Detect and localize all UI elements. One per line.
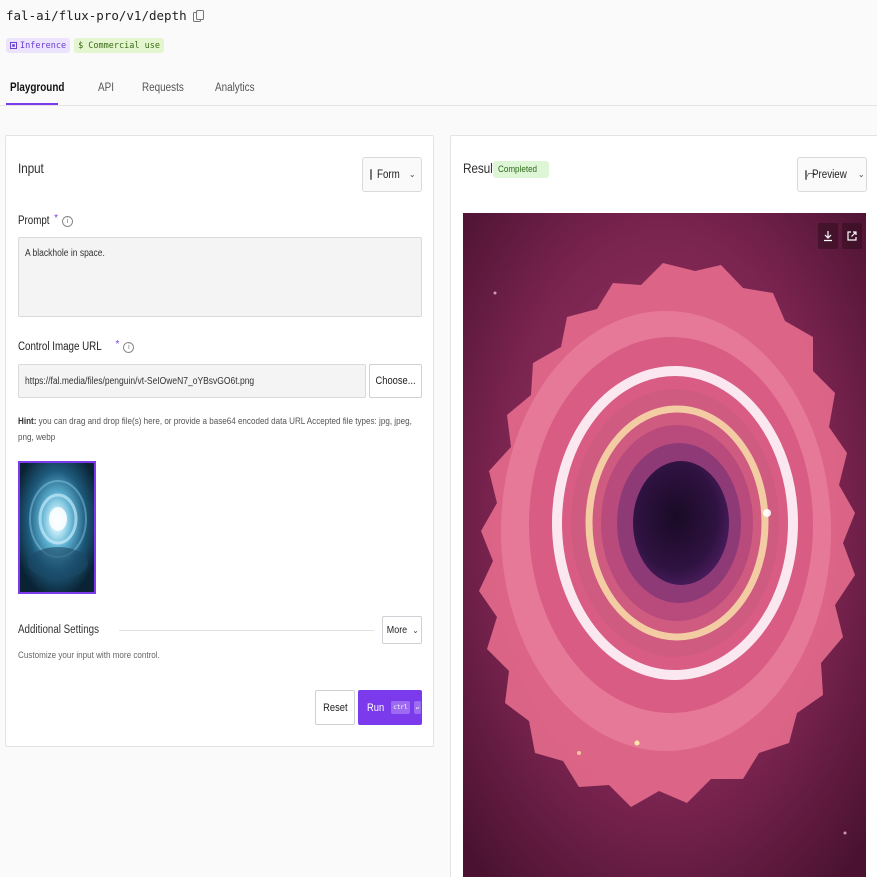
more-settings-button[interactable]: More ⌄ — [382, 616, 422, 644]
prompt-value: A blackhole in space. — [25, 248, 105, 259]
info-icon[interactable]: i — [61, 215, 73, 227]
run-label: Run — [367, 701, 385, 714]
model-id-text: fal-ai/flux-pro/v1/depth — [6, 8, 187, 23]
result-image — [463, 213, 866, 877]
divider — [119, 629, 374, 631]
preview-view-select[interactable]: Preview ⌄ — [797, 157, 867, 192]
control-image-url-input[interactable]: https://fal.media/files/penguin/vt-SeIOw… — [18, 364, 366, 398]
tab-requests[interactable]: Requests — [142, 82, 184, 106]
page-header: fal-ai/flux-pro/v1/depth Inference $ Com… — [0, 0, 877, 106]
choose-file-button[interactable]: Choose... — [369, 364, 422, 398]
shortcut-key: ctrl — [391, 701, 410, 714]
inference-badge: Inference — [6, 38, 71, 53]
control-image-preview — [20, 463, 94, 592]
control-image-label-text: Control Image URL — [18, 341, 102, 353]
tab-analytics[interactable]: Analytics — [215, 82, 255, 106]
additional-settings-row: Additional Settings More ⌄ — [18, 616, 422, 644]
commercial-use-badge: $ Commercial use — [74, 38, 164, 53]
form-icon — [370, 169, 372, 180]
chevron-down-icon: ⌄ — [857, 170, 865, 179]
external-link-icon[interactable] — [842, 223, 862, 249]
inference-badge-label: Inference — [20, 40, 67, 51]
upload-hint: Hint: you can drag and drop file(s) here… — [18, 414, 418, 446]
image-icon — [805, 169, 807, 180]
copy-icon[interactable] — [192, 10, 204, 22]
commercial-use-badge-label: $ Commercial use — [78, 40, 160, 51]
form-view-label: Form — [377, 168, 400, 181]
required-mark: * — [115, 338, 120, 350]
input-panel: Input Form ⌄ Prompt * i A blackhole in s… — [5, 135, 434, 747]
prompt-label-text: Prompt — [18, 215, 50, 227]
prompt-textarea[interactable]: A blackhole in space. — [18, 237, 422, 317]
hint-bold: Hint: — [18, 416, 37, 427]
control-image-label: Control Image URL * i — [18, 338, 135, 353]
status-badge: Completed — [493, 161, 549, 178]
chevron-down-icon: ⌄ — [408, 170, 416, 179]
input-title: Input — [18, 160, 44, 176]
badge-group: Inference $ Commercial use — [6, 38, 164, 53]
active-tab-indicator — [6, 103, 58, 105]
additional-settings-label: Additional Settings — [18, 624, 99, 636]
run-button[interactable]: Run ctrl ↵ — [358, 690, 422, 725]
result-panel: Result Completed Preview ⌄ — [450, 135, 877, 877]
control-image-url-value: https://fal.media/files/penguin/vt-SeIOw… — [25, 375, 255, 387]
reset-button[interactable]: Reset — [315, 690, 355, 725]
more-label: More — [386, 624, 408, 636]
generated-blackhole-image — [463, 213, 866, 877]
prompt-label: Prompt * i — [18, 212, 73, 227]
info-icon[interactable]: i — [123, 341, 135, 353]
tab-api[interactable]: API — [98, 82, 114, 106]
control-image-thumbnail[interactable] — [18, 461, 96, 594]
inference-icon — [10, 42, 17, 49]
preview-view-label: Preview — [812, 168, 847, 181]
download-icon[interactable] — [818, 223, 838, 249]
additional-settings-description: Customize your input with more control. — [18, 650, 160, 661]
form-view-select[interactable]: Form ⌄ — [362, 157, 422, 192]
chevron-down-icon: ⌄ — [412, 625, 419, 635]
required-mark: * — [54, 212, 58, 224]
hint-text: you can drag and drop file(s) here, or p… — [18, 416, 412, 443]
model-id: fal-ai/flux-pro/v1/depth — [6, 8, 204, 23]
enter-icon: ↵ — [413, 701, 422, 714]
